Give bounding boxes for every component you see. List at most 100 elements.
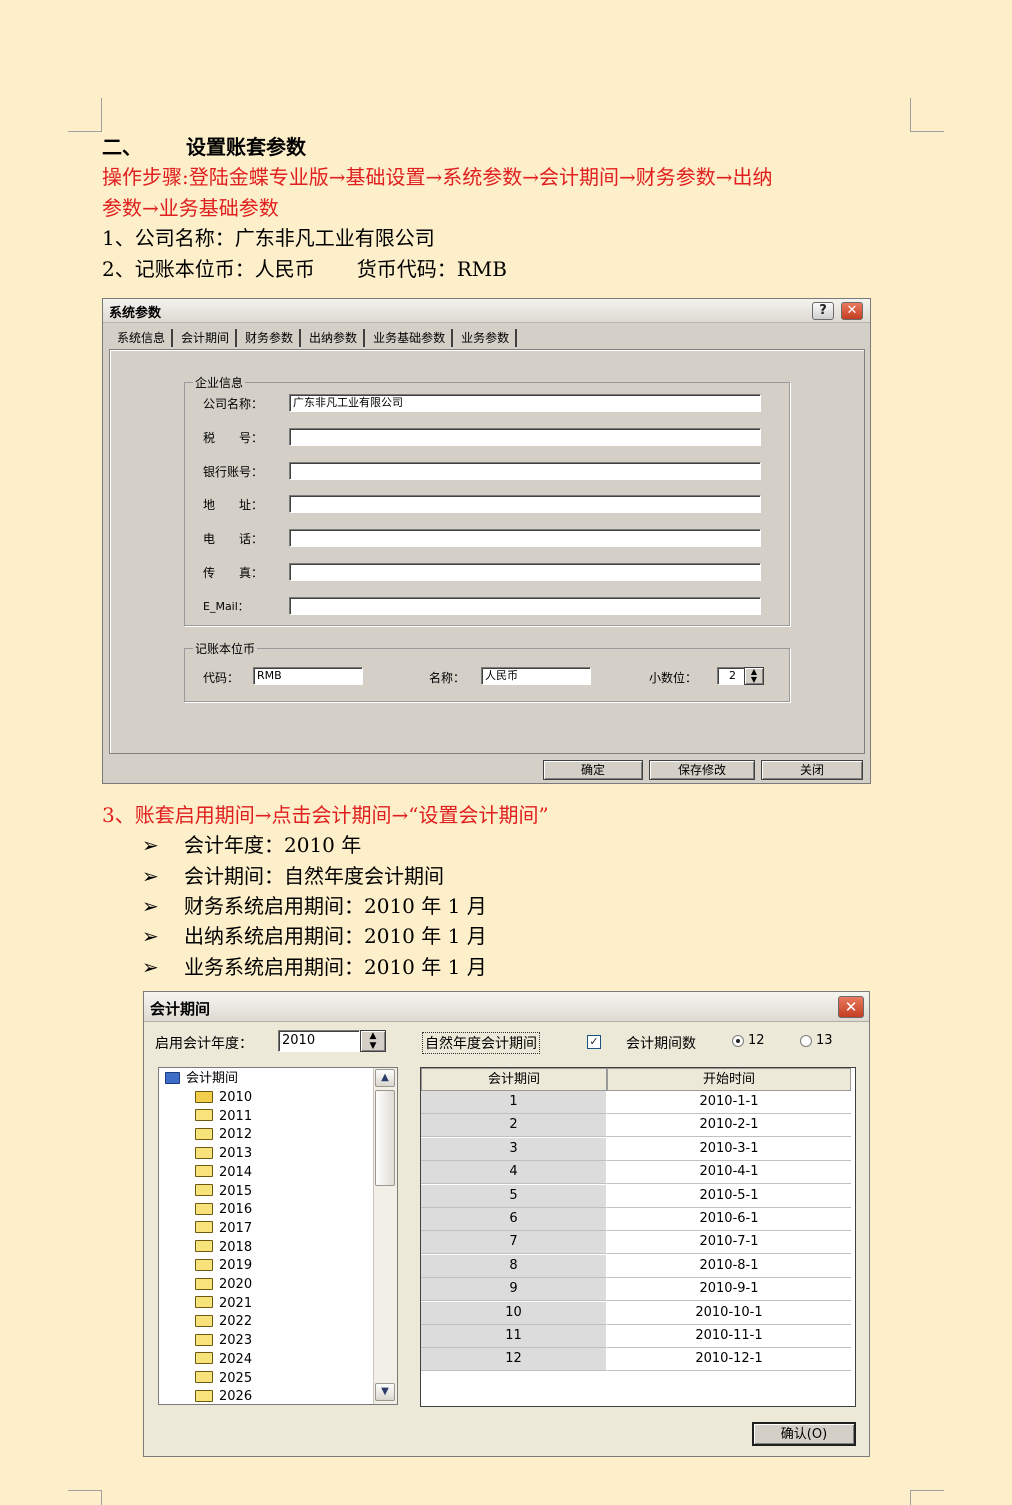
bullet-arrow-icon: ➢ <box>142 924 159 948</box>
natural-year-checkbox[interactable]: ✓ <box>587 1035 601 1049</box>
year-stepper[interactable]: ▲ ▼ <box>360 1030 386 1052</box>
start-date-cell[interactable]: 2010-5-1 <box>607 1185 851 1208</box>
folder-icon <box>195 1184 213 1196</box>
start-date-cell[interactable]: 2010-4-1 <box>607 1161 851 1185</box>
period-number-cell[interactable]: 10 <box>421 1301 607 1325</box>
tree-year-node[interactable]: 2023 <box>195 1332 252 1350</box>
tree-year-node[interactable]: 2017 <box>195 1220 252 1238</box>
start-date-cell[interactable]: 2010-10-1 <box>607 1302 851 1325</box>
start-date-cell[interactable]: 2010-11-1 <box>607 1325 851 1348</box>
tree-year-node[interactable]: 2018 <box>195 1239 252 1257</box>
close-button[interactable]: 关闭 <box>761 760 863 780</box>
tab-cashier-params[interactable]: 出纳参数 <box>303 329 366 347</box>
start-date-cell[interactable]: 2010-6-1 <box>607 1208 851 1231</box>
start-date-cell[interactable]: 2010-7-1 <box>607 1231 851 1255</box>
close-icon[interactable]: ✕ <box>841 302 863 320</box>
tree-year-label: 2024 <box>219 1351 253 1367</box>
tree-year-node[interactable]: 2010 <box>195 1089 252 1107</box>
tree-year-label: 2014 <box>219 1164 253 1180</box>
ledger-icon <box>165 1071 180 1084</box>
tree-year-node[interactable]: 2022 <box>195 1313 252 1331</box>
help-button[interactable]: ? <box>812 302 834 320</box>
period-number-cell[interactable]: 8 <box>421 1254 607 1278</box>
period-number-cell[interactable]: 2 <box>421 1114 607 1138</box>
save-changes-button[interactable]: 保存修改 <box>649 760 755 780</box>
tax-number-input[interactable] <box>289 428 761 446</box>
column-header-start-time[interactable]: 开始时间 <box>607 1068 851 1091</box>
email-input[interactable] <box>289 597 761 615</box>
currency-name-input[interactable]: 人民币 <box>481 667 591 685</box>
tree-year-node[interactable]: 2016 <box>195 1201 252 1219</box>
folder-icon <box>195 1109 213 1122</box>
folder-icon <box>195 1165 213 1178</box>
period-number-cell[interactable]: 4 <box>421 1161 607 1185</box>
tab-strip: 系统信息 会计期间 财务参数 出纳参数 业务基础参数 业务参数 <box>111 329 519 349</box>
system-params-title: 系统参数 <box>109 306 162 321</box>
period-number-cell[interactable]: 1 <box>421 1091 607 1114</box>
ok-button[interactable]: 确定 <box>543 760 643 780</box>
period-number-cell[interactable]: 9 <box>421 1278 607 1302</box>
decimal-places-input[interactable]: 2 <box>717 667 745 685</box>
tree-year-node[interactable]: 2015 <box>195 1183 252 1201</box>
tree-year-node[interactable]: 2021 <box>195 1295 252 1313</box>
system-params-dialog: 系统参数 ? ✕ 系统信息 会计期间 财务参数 出纳参数 业务基础参数 业务参数 企业信息… <box>102 298 871 784</box>
accounting-period-titlebar: 会计期间 ✕ <box>144 992 869 1022</box>
scroll-thumb[interactable] <box>375 1090 395 1186</box>
period-number-cell[interactable]: 11 <box>421 1325 607 1348</box>
start-date-cell[interactable]: 2010-2-1 <box>607 1114 851 1138</box>
scroll-up-icon[interactable]: ▲ <box>375 1069 395 1087</box>
folder-icon <box>195 1371 213 1383</box>
tree-year-label: 2018 <box>219 1239 253 1255</box>
address-input[interactable] <box>289 495 761 513</box>
period-number-cell[interactable]: 7 <box>421 1231 607 1255</box>
start-date-cell[interactable]: 2010-9-1 <box>607 1278 851 1302</box>
tree-year-node[interactable]: 2020 <box>195 1276 252 1294</box>
period-grid[interactable]: 会计期间 开始时间 1 2010-1-1 2 2010-2-1 3 2010-3-1 4 20… <box>420 1067 856 1407</box>
start-year-input[interactable]: 2010 <box>278 1030 360 1052</box>
folder-icon <box>195 1258 213 1271</box>
corner-mark-bottom-right <box>910 1490 944 1505</box>
period-count-13-option[interactable]: 13 <box>800 1033 833 1048</box>
tree-scrollbar[interactable]: ▲ ▼ <box>373 1068 397 1404</box>
tree-year-node[interactable]: 2024 <box>195 1351 252 1369</box>
tab-system-info[interactable]: 系统信息 <box>111 329 174 347</box>
bullet-arrow-icon: ➢ <box>142 894 159 918</box>
period-tree[interactable]: 会计期间 2010 2011 2012 2013 2014 2015 2016 2017 201… <box>158 1067 398 1405</box>
scroll-down-icon[interactable]: ▼ <box>375 1383 395 1401</box>
tab-business-params[interactable]: 业务参数 <box>455 329 518 347</box>
start-date-cell[interactable]: 2010-8-1 <box>607 1255 851 1278</box>
period-count-12-option[interactable]: 12 <box>732 1033 765 1048</box>
company-name-input[interactable]: 广东非凡工业有限公司 <box>289 394 761 412</box>
phone-input[interactable] <box>289 529 761 547</box>
tree-year-node[interactable]: 2014 <box>195 1164 252 1182</box>
tree-year-node[interactable]: 2026 <box>195 1388 252 1404</box>
bank-account-input[interactable] <box>289 462 761 480</box>
tab-finance-params[interactable]: 财务参数 <box>239 329 302 347</box>
tree-year-node[interactable]: 2011 <box>195 1108 252 1126</box>
decimal-stepper[interactable]: ▲ ▼ <box>744 667 764 685</box>
tab-business-base-params[interactable]: 业务基础参数 <box>367 329 454 347</box>
period-number-cell[interactable]: 3 <box>421 1137 607 1161</box>
start-date-cell[interactable]: 2010-1-1 <box>607 1091 851 1114</box>
tree-year-node[interactable]: 2025 <box>195 1370 252 1388</box>
period-number-cell[interactable]: 6 <box>421 1208 607 1231</box>
period-number-cell[interactable]: 5 <box>421 1184 607 1208</box>
tree-year-node[interactable]: 2019 <box>195 1257 252 1275</box>
fax-input[interactable] <box>289 563 761 581</box>
start-date-cell[interactable]: 2010-3-1 <box>607 1138 851 1161</box>
folder-icon <box>195 1333 213 1346</box>
close-icon[interactable]: ✕ <box>838 996 864 1018</box>
tab-accounting-period[interactable]: 会计期间 <box>175 329 238 347</box>
tree-year-node[interactable]: 2012 <box>195 1126 252 1144</box>
confirm-button[interactable]: 确认(O) <box>752 1422 856 1446</box>
bank-account-label: 银行账号： <box>203 465 264 479</box>
tree-year-label: 2023 <box>219 1333 253 1349</box>
folder-icon <box>195 1277 213 1290</box>
currency-code-input[interactable]: RMB <box>253 667 363 685</box>
start-date-cell[interactable]: 2010-12-1 <box>607 1348 851 1372</box>
tree-root-node[interactable]: 会计期间 <box>165 1070 238 1088</box>
period-number-cell[interactable]: 12 <box>421 1348 607 1372</box>
item-company-name: 1、公司名称：广东非凡工业有限公司 <box>102 226 435 250</box>
tree-year-node[interactable]: 2013 <box>195 1145 252 1163</box>
column-header-period[interactable]: 会计期间 <box>421 1068 607 1091</box>
